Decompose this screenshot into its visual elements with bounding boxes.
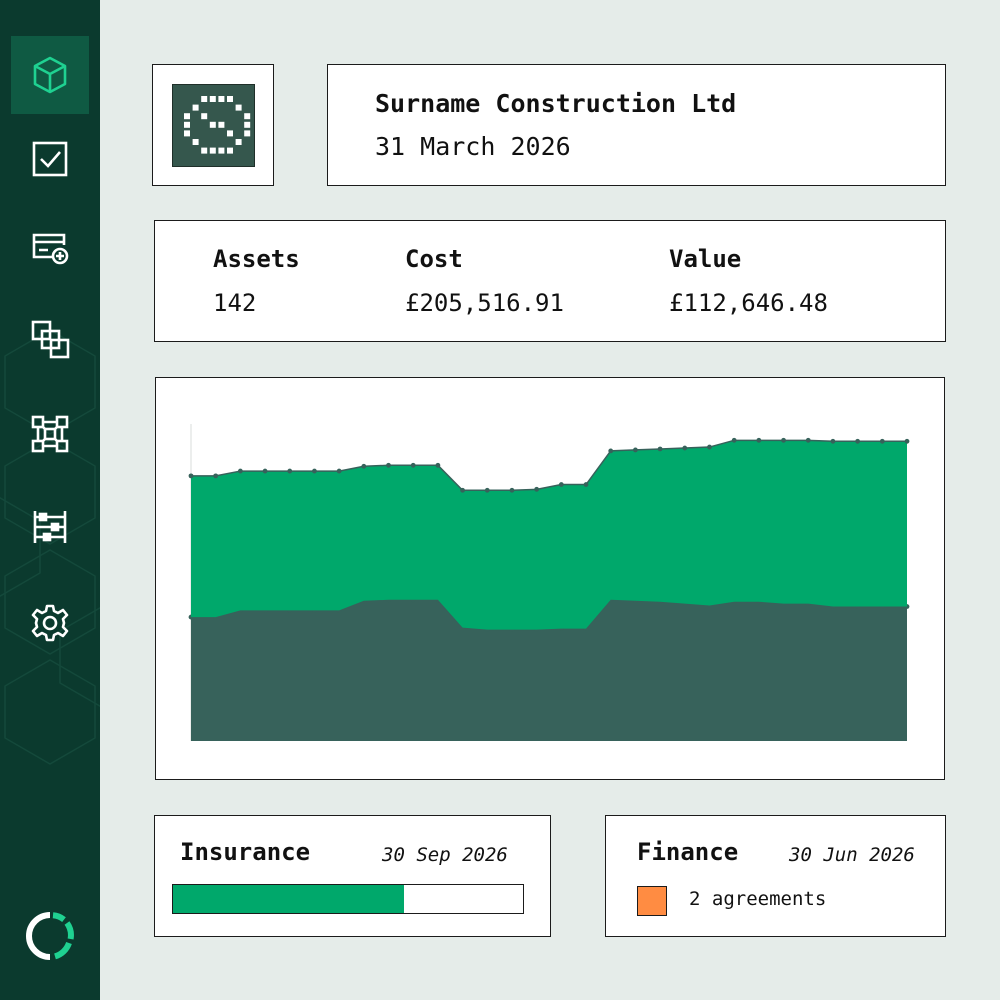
logo-dot — [201, 147, 208, 154]
data-point — [583, 482, 589, 487]
logo-dot — [201, 96, 208, 102]
copy-squares-icon — [31, 320, 70, 359]
sidebar-item-tasks[interactable] — [11, 120, 89, 198]
assets-value: 142 — [213, 289, 257, 317]
cube-icon — [33, 56, 67, 94]
data-point — [731, 437, 737, 443]
insurance-progress-bar — [172, 884, 524, 914]
sidebar-item-assets[interactable] — [11, 36, 89, 114]
logo-dot — [235, 104, 242, 111]
company-name: Surname Construction Ltd — [375, 89, 737, 118]
data-point — [781, 437, 786, 443]
company-logo-card — [152, 64, 274, 186]
logo-dot — [184, 113, 190, 120]
logo-dot — [244, 130, 251, 137]
data-point — [435, 462, 441, 468]
logo-dot — [184, 121, 190, 128]
data-point — [484, 487, 490, 493]
dotted-square-logo-icon — [184, 96, 251, 154]
insurance-date: 30 Sep 2026 — [382, 844, 508, 866]
logo-dot — [227, 147, 233, 154]
insurance-panel[interactable]: Insurance 30 Sep 2026 — [154, 815, 551, 937]
data-point — [361, 463, 367, 469]
finance-title: Finance — [637, 838, 739, 866]
data-point — [386, 462, 391, 468]
logo-dot — [218, 96, 225, 102]
data-point — [855, 438, 861, 444]
logo-dot — [209, 121, 216, 128]
finance-agreements: 2 agreements — [689, 888, 827, 910]
logo-dot — [201, 113, 208, 120]
insurance-progress-fill — [173, 885, 404, 913]
logo-dot — [244, 121, 251, 128]
finance-panel[interactable]: Finance 30 Jun 2026 2 agreements — [605, 815, 946, 937]
data-point — [707, 444, 712, 450]
data-point — [509, 487, 515, 493]
data-point — [237, 468, 243, 474]
logo-dot — [218, 147, 225, 154]
logo-dot — [235, 139, 242, 145]
value-chart-card — [155, 377, 945, 780]
data-point — [262, 468, 268, 474]
card-add-icon — [32, 233, 69, 265]
sidebar-item-add-card[interactable] — [11, 208, 89, 286]
logo-dot — [209, 96, 216, 102]
data-point — [805, 437, 811, 443]
assets-label: Assets — [213, 245, 300, 273]
checkbox-icon — [32, 141, 68, 177]
data-point — [287, 468, 293, 474]
finance-date: 30 Jun 2026 — [789, 844, 915, 866]
sidebar — [0, 0, 100, 1000]
data-point — [410, 462, 416, 468]
summary-stats: Assets 142 Cost £205,516.91 Value £112,6… — [154, 220, 946, 342]
sidebar-item-network[interactable] — [11, 395, 89, 473]
data-point — [336, 468, 342, 474]
logo-dot — [227, 130, 233, 137]
logo-dot — [192, 139, 199, 145]
sidebar-item-settings[interactable] — [11, 584, 89, 662]
data-point — [312, 468, 317, 474]
insurance-title: Insurance — [180, 838, 311, 866]
data-point — [756, 437, 762, 443]
area-series-2 — [191, 440, 907, 630]
sidebar-item-copy[interactable] — [11, 300, 89, 378]
data-point — [534, 486, 540, 492]
logo-dot — [192, 104, 199, 111]
data-point — [657, 446, 663, 452]
data-point — [633, 447, 638, 453]
data-point — [213, 473, 219, 479]
stacked-area-chart — [188, 424, 910, 741]
data-point — [558, 482, 564, 487]
data-point — [682, 445, 688, 451]
gear-icon — [31, 604, 69, 642]
report-date: 31 March 2026 — [375, 132, 571, 161]
sidebar-item-ledger[interactable] — [11, 488, 89, 566]
logo-dot — [218, 121, 225, 128]
logo-dot — [227, 96, 233, 102]
cost-value: £205,516.91 — [405, 289, 564, 317]
value-label: Value — [669, 245, 742, 273]
finance-swatch — [637, 886, 667, 916]
data-point — [188, 473, 194, 479]
data-point — [830, 438, 836, 444]
circular-logo-icon[interactable] — [25, 911, 75, 961]
company-header: Surname Construction Ltd 31 March 2026 — [327, 64, 946, 186]
value-value: £112,646.48 — [669, 289, 828, 317]
company-logo — [172, 84, 255, 167]
data-point — [608, 448, 614, 454]
cost-label: Cost — [405, 245, 463, 273]
logo-dot — [244, 113, 251, 120]
data-point — [879, 438, 885, 444]
data-point — [460, 487, 465, 493]
data-point — [904, 438, 910, 444]
logo-dot — [184, 130, 190, 137]
network-icon — [31, 415, 69, 453]
logo-dot — [209, 147, 216, 154]
ledger-icon — [33, 511, 67, 543]
